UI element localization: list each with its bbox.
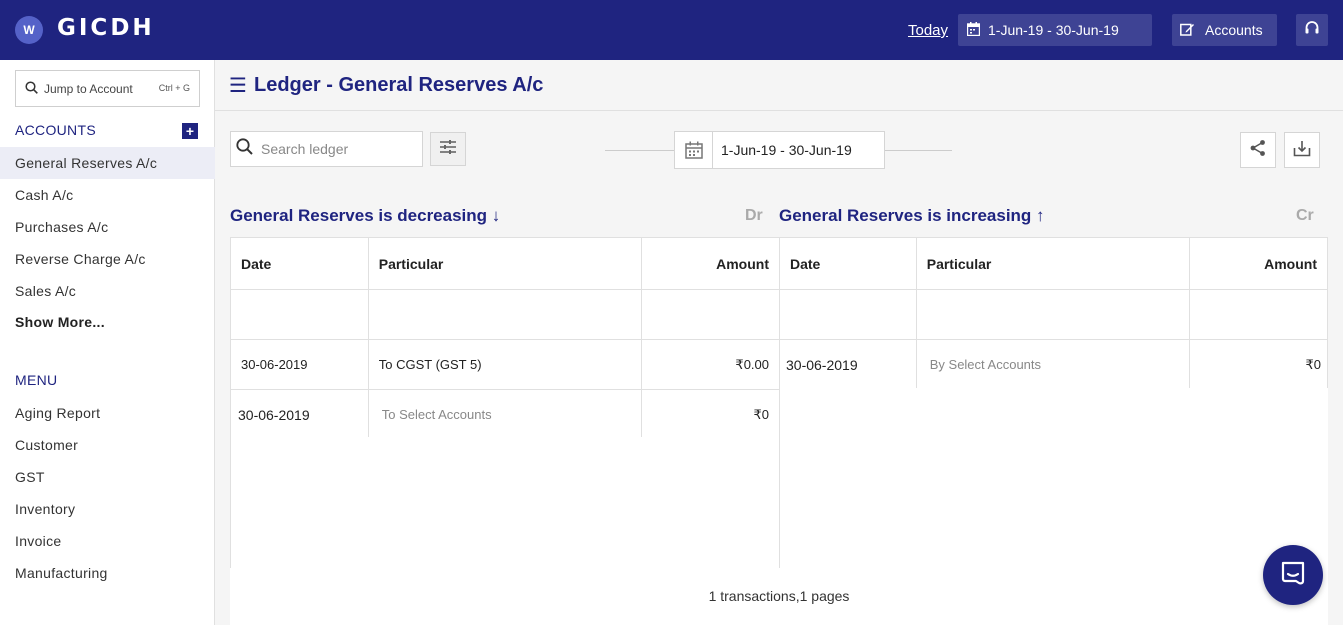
pagination-info: 1 transactions,1 pages — [708, 588, 850, 604]
amount-input[interactable]: ₹0 — [1189, 339, 1328, 390]
cell-particular[interactable]: To CGST (GST 5) — [367, 339, 643, 390]
share-button[interactable] — [1240, 132, 1276, 168]
menu-section-title: MENU — [15, 372, 58, 388]
date-range-label: 1-Jun-19 - 30-Jun-19 — [988, 22, 1119, 38]
sliders-icon — [439, 139, 457, 160]
page-header: ☰ Ledger - General Reserves A/c — [215, 60, 1343, 111]
chat-icon — [1279, 559, 1307, 592]
export-button[interactable] — [1284, 132, 1320, 168]
cell-date[interactable]: 30-06-2019 — [779, 339, 917, 390]
calendar-icon — [966, 21, 981, 39]
download-icon — [1293, 139, 1311, 162]
add-account-button[interactable]: + — [182, 123, 198, 139]
filter-button[interactable] — [430, 132, 466, 166]
debit-side-heading: General Reserves is decreasing ↓ — [230, 206, 501, 225]
today-link[interactable]: Today — [908, 22, 948, 39]
cell-date[interactable] — [230, 289, 369, 340]
chat-launcher-button[interactable] — [1263, 545, 1323, 605]
ledger-date-range-label: 1-Jun-19 - 30-Jun-19 — [721, 142, 852, 158]
range-divider-right — [885, 150, 952, 151]
app-logo[interactable]: GICDH — [57, 15, 155, 41]
menu-toggle-icon[interactable]: ☰ — [229, 73, 247, 98]
calendar-icon — [675, 132, 713, 168]
table-row[interactable] — [779, 289, 1328, 340]
date-range-button[interactable]: 1-Jun-19 - 30-Jun-19 — [958, 14, 1152, 46]
credit-side-heading: General Reserves is increasing ↑ — [779, 206, 1045, 225]
sidebar-item-customer[interactable]: Customer — [0, 429, 215, 461]
cell-amount[interactable] — [1189, 289, 1328, 340]
support-button[interactable] — [1296, 14, 1328, 46]
column-header-amount: Amount — [1189, 237, 1328, 290]
sidebar: Jump to Account Ctrl + G ACCOUNTS + Gene… — [0, 60, 215, 625]
jump-shortcut: Ctrl + G — [158, 83, 190, 93]
table-row[interactable] — [230, 289, 780, 340]
search-ledger-input[interactable] — [261, 141, 411, 157]
user-avatar[interactable]: W — [15, 16, 43, 44]
show-more-link[interactable]: Show More... — [0, 306, 215, 338]
sidebar-item-sales[interactable]: Sales A/c — [0, 275, 215, 307]
sidebar-item-general-reserves[interactable]: General Reserves A/c — [0, 147, 215, 179]
select-account-dropdown[interactable]: To Select Accounts — [367, 389, 643, 440]
jump-placeholder: Jump to Account — [44, 81, 133, 96]
cell-amount[interactable]: ₹0.00 — [641, 339, 780, 390]
sidebar-item-aging-report[interactable]: Aging Report — [0, 397, 215, 429]
sidebar-item-reverse-charge[interactable]: Reverse Charge A/c — [0, 243, 215, 275]
table-header-row: Date Particular Amount — [230, 237, 780, 290]
range-divider-left — [605, 150, 674, 151]
accounts-label: Accounts — [1205, 22, 1263, 38]
cell-date[interactable]: 30-06-2019 — [230, 339, 369, 390]
accounts-section-title: ACCOUNTS — [15, 122, 96, 138]
table-row[interactable]: 30-06-2019 By Select Accounts ₹0 — [779, 339, 1328, 390]
share-icon — [1249, 139, 1267, 162]
edit-icon — [1180, 22, 1195, 39]
headset-icon — [1304, 20, 1320, 41]
credit-tag: Cr — [1296, 207, 1314, 224]
amount-input[interactable]: ₹0 — [641, 389, 780, 440]
column-header-date: Date — [779, 237, 917, 290]
sidebar-item-cash[interactable]: Cash A/c — [0, 179, 215, 211]
column-header-date: Date — [230, 237, 369, 290]
cell-amount[interactable] — [641, 289, 780, 340]
search-icon — [25, 80, 38, 97]
accounts-button[interactable]: Accounts — [1172, 14, 1277, 46]
debit-tag: Dr — [745, 207, 763, 224]
cell-date[interactable] — [779, 289, 917, 340]
sidebar-item-gst[interactable]: GST — [0, 461, 215, 493]
table-header-row: Date Particular Amount — [779, 237, 1328, 290]
search-ledger-box[interactable] — [230, 131, 423, 167]
table-row[interactable]: 30-06-2019 To CGST (GST 5) ₹0.00 — [230, 339, 780, 390]
select-account-dropdown[interactable]: By Select Accounts — [915, 339, 1191, 390]
column-header-particular: Particular — [915, 237, 1191, 290]
search-icon — [236, 138, 253, 160]
jump-to-account-input[interactable]: Jump to Account Ctrl + G — [15, 70, 200, 107]
cell-particular[interactable] — [367, 289, 643, 340]
credit-ledger-table: Date Particular Amount 30-06-2019 By Sel… — [779, 237, 1328, 390]
column-header-amount: Amount — [641, 237, 780, 290]
table-row[interactable]: 30-06-2019 To Select Accounts ₹0 — [230, 389, 780, 440]
top-bar: W GICDH Today 1-Jun-19 - 30-Jun-19 Accou… — [0, 0, 1343, 60]
sidebar-item-invoice[interactable]: Invoice — [0, 525, 215, 557]
cell-particular[interactable] — [915, 289, 1191, 340]
ledger-date-range-picker[interactable]: 1-Jun-19 - 30-Jun-19 — [674, 131, 885, 169]
cell-date[interactable]: 30-06-2019 — [230, 389, 369, 440]
credit-empty-area — [779, 388, 1328, 568]
debit-ledger-table: Date Particular Amount 30-06-2019 To CGS… — [230, 237, 780, 440]
sidebar-item-inventory[interactable]: Inventory — [0, 493, 215, 525]
page-title: Ledger - General Reserves A/c — [254, 74, 544, 96]
sidebar-item-purchases[interactable]: Purchases A/c — [0, 211, 215, 243]
sidebar-item-manufacturing[interactable]: Manufacturing — [0, 557, 215, 589]
column-header-particular: Particular — [367, 237, 643, 290]
main-content: ☰ Ledger - General Reserves A/c 1-Jun-19… — [215, 60, 1343, 625]
